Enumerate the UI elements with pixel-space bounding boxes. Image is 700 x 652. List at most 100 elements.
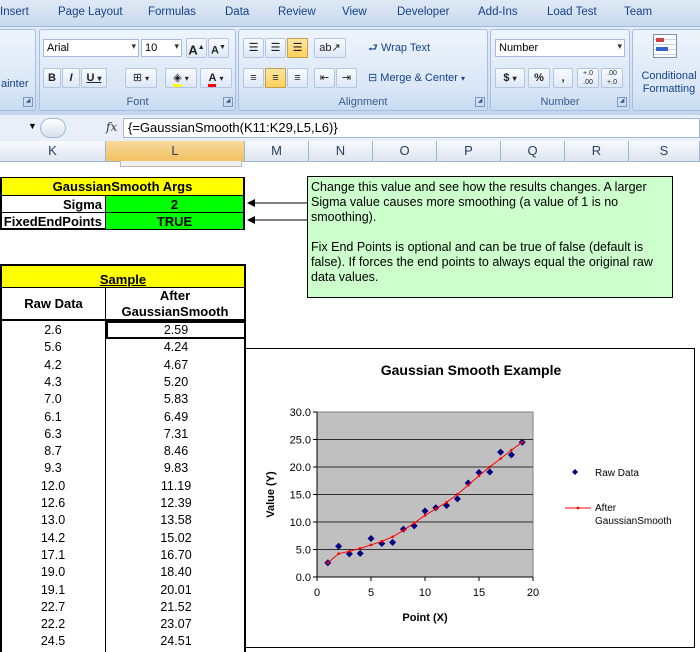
increase-indent-button[interactable]: ⇥ — [336, 68, 357, 88]
smoothed-cell[interactable]: 9.83 — [106, 459, 246, 477]
orientation-button[interactable]: ab↗ — [314, 38, 346, 58]
shrink-font-button[interactable]: A▼ — [208, 38, 229, 58]
smoothed-cell[interactable]: 12.39 — [106, 494, 246, 512]
raw-data-cell[interactable]: 22.2 — [0, 615, 106, 633]
formula-bar-splitter[interactable] — [40, 118, 66, 138]
font-color-button[interactable]: A ▾ — [200, 68, 232, 88]
smoothed-cell[interactable]: 18.40 — [106, 563, 246, 581]
column-header-m[interactable]: M — [245, 141, 309, 161]
raw-data-cell[interactable]: 19.0 — [0, 563, 106, 581]
tab-load-test[interactable]: Load Test — [547, 6, 597, 18]
sigma-label: Sigma — [2, 195, 106, 212]
comma-button[interactable]: , — [553, 68, 573, 88]
sigma-arrow-head — [247, 199, 255, 207]
column-header-n[interactable]: N — [309, 141, 373, 161]
smoothed-cell[interactable]: 11.19 — [106, 477, 246, 495]
number-launcher-icon[interactable]: ◢ — [617, 97, 627, 107]
smoothed-cell[interactable]: 6.49 — [106, 408, 246, 426]
currency-button[interactable]: $ ▾ — [495, 68, 525, 88]
bold-button[interactable]: B — [43, 68, 61, 88]
raw-data-cell[interactable]: 5.6 — [0, 338, 106, 356]
raw-data-cell[interactable]: 9.3 — [0, 459, 106, 477]
merge-center-button[interactable]: ⊟ Merge & Center ▾ — [367, 68, 485, 88]
align-top-button[interactable]: ☰ — [243, 38, 264, 58]
name-box-dropdown-icon[interactable]: ▼ — [28, 121, 37, 131]
tab-add-ins[interactable]: Add-Ins — [478, 6, 518, 18]
align-center-button[interactable]: ≡ — [265, 68, 286, 88]
fill-color-button[interactable]: ◈ ▾ — [165, 68, 197, 88]
column-header-k[interactable]: K — [0, 141, 106, 161]
raw-data-cell[interactable]: 19.1 — [0, 581, 106, 599]
smoothed-cell[interactable]: 24.51 — [106, 632, 246, 650]
raw-data-cell[interactable]: 12.0 — [0, 477, 106, 495]
smoothed-cell[interactable]: 5.20 — [106, 373, 246, 391]
fx-icon[interactable]: fx — [106, 120, 117, 134]
tab-view[interactable]: View — [342, 6, 367, 18]
wrap-text-button[interactable]: ⮐ Wrap Text — [367, 38, 445, 58]
align-bottom-button[interactable]: ☰ — [287, 38, 308, 58]
raw-data-cell[interactable]: 6.1 — [0, 408, 106, 426]
align-right-button[interactable]: ≡ — [287, 68, 308, 88]
smoothed-cell[interactable]: 5.83 — [106, 390, 246, 408]
smoothed-cell[interactable]: 4.67 — [106, 356, 246, 374]
format-painter-label[interactable]: ainter — [1, 78, 29, 90]
raw-data-cell[interactable]: 4.3 — [0, 373, 106, 391]
tab-insert[interactable]: Insert — [0, 6, 29, 18]
percent-button[interactable]: % — [528, 68, 550, 88]
font-size-combo[interactable]: 10 ▾ — [141, 39, 182, 57]
formula-input[interactable]: {=GaussianSmooth(K11:K29,L5,L6)} — [123, 118, 700, 138]
raw-data-cell[interactable]: 22.7 — [0, 598, 106, 616]
smoothed-cell[interactable]: 15.02 — [106, 529, 246, 547]
column-header-q[interactable]: Q — [501, 141, 565, 161]
column-header-o[interactable]: O — [373, 141, 437, 161]
smoothed-cell[interactable]: 23.07 — [106, 615, 246, 633]
active-cell[interactable]: 2.59 — [106, 321, 246, 339]
raw-data-cell[interactable]: 6.3 — [0, 425, 106, 443]
tab-team[interactable]: Team — [624, 6, 652, 18]
smoothed-cell[interactable]: 8.46 — [106, 442, 246, 460]
smoothed-cell[interactable]: 7.31 — [106, 425, 246, 443]
raw-data-cell[interactable]: 8.7 — [0, 442, 106, 460]
smoothed-cell[interactable]: 20.01 — [106, 581, 246, 599]
sigma-value-cell[interactable]: 2 — [106, 195, 243, 212]
tab-formulas[interactable]: Formulas — [148, 6, 196, 18]
increase-decimal-button[interactable]: +.0 .00 — [577, 68, 599, 88]
raw-data-cell[interactable]: 2.6 — [0, 321, 106, 339]
raw-data-cell[interactable]: 14.2 — [0, 529, 106, 547]
underline-label: U — [86, 72, 95, 84]
raw-data-cell[interactable]: 7.0 — [0, 390, 106, 408]
conditional-formatting-button[interactable]: Conditional Formatting — [633, 70, 700, 96]
column-header-l[interactable]: L — [106, 141, 245, 161]
font-launcher-icon[interactable]: ◢ — [223, 97, 233, 107]
clipboard-launcher-icon[interactable]: ◢ — [23, 97, 33, 107]
italic-button[interactable]: I — [62, 68, 80, 88]
raw-data-cell[interactable]: 4.2 — [0, 356, 106, 374]
align-middle-button[interactable]: ☰ — [265, 38, 286, 58]
tab-developer[interactable]: Developer — [397, 6, 449, 18]
column-header-p[interactable]: P — [437, 141, 501, 161]
align-left-button[interactable]: ≡ — [243, 68, 264, 88]
raw-data-cell[interactable]: 17.1 — [0, 546, 106, 564]
tab-review[interactable]: Review — [278, 6, 316, 18]
smoothed-cell[interactable]: 21.52 — [106, 598, 246, 616]
borders-button[interactable]: ⊞ ▾ — [125, 68, 157, 88]
alignment-launcher-icon[interactable]: ◢ — [475, 97, 485, 107]
column-header-s[interactable]: S — [629, 141, 700, 161]
smoothed-cell[interactable]: 4.24 — [106, 338, 246, 356]
underline-button[interactable]: U ▾ — [81, 68, 107, 88]
grow-font-button[interactable]: A▲ — [186, 38, 207, 58]
tab-page-layout[interactable]: Page Layout — [58, 6, 123, 18]
tab-data[interactable]: Data — [225, 6, 249, 18]
fixed-end-points-value-cell[interactable]: TRUE — [106, 212, 243, 229]
raw-data-cell[interactable]: 13.0 — [0, 511, 106, 529]
raw-data-cell[interactable]: 24.5 — [0, 632, 106, 650]
chart-area[interactable]: 0.0 5.0 10.0 15.0 20.0 25.0 30.0 0 5 10 15 20 Gaussi… — [245, 348, 695, 648]
decrease-decimal-button[interactable]: .00 +.0 — [601, 68, 623, 88]
number-format-combo[interactable]: Number ▾ — [495, 39, 625, 57]
decrease-indent-button[interactable]: ⇤ — [314, 68, 335, 88]
font-name-combo[interactable]: Arial ▾ — [43, 39, 139, 57]
raw-data-cell[interactable]: 12.6 — [0, 494, 106, 512]
column-header-r[interactable]: R — [565, 141, 629, 161]
smoothed-cell[interactable]: 13.58 — [106, 511, 246, 529]
smoothed-cell[interactable]: 16.70 — [106, 546, 246, 564]
